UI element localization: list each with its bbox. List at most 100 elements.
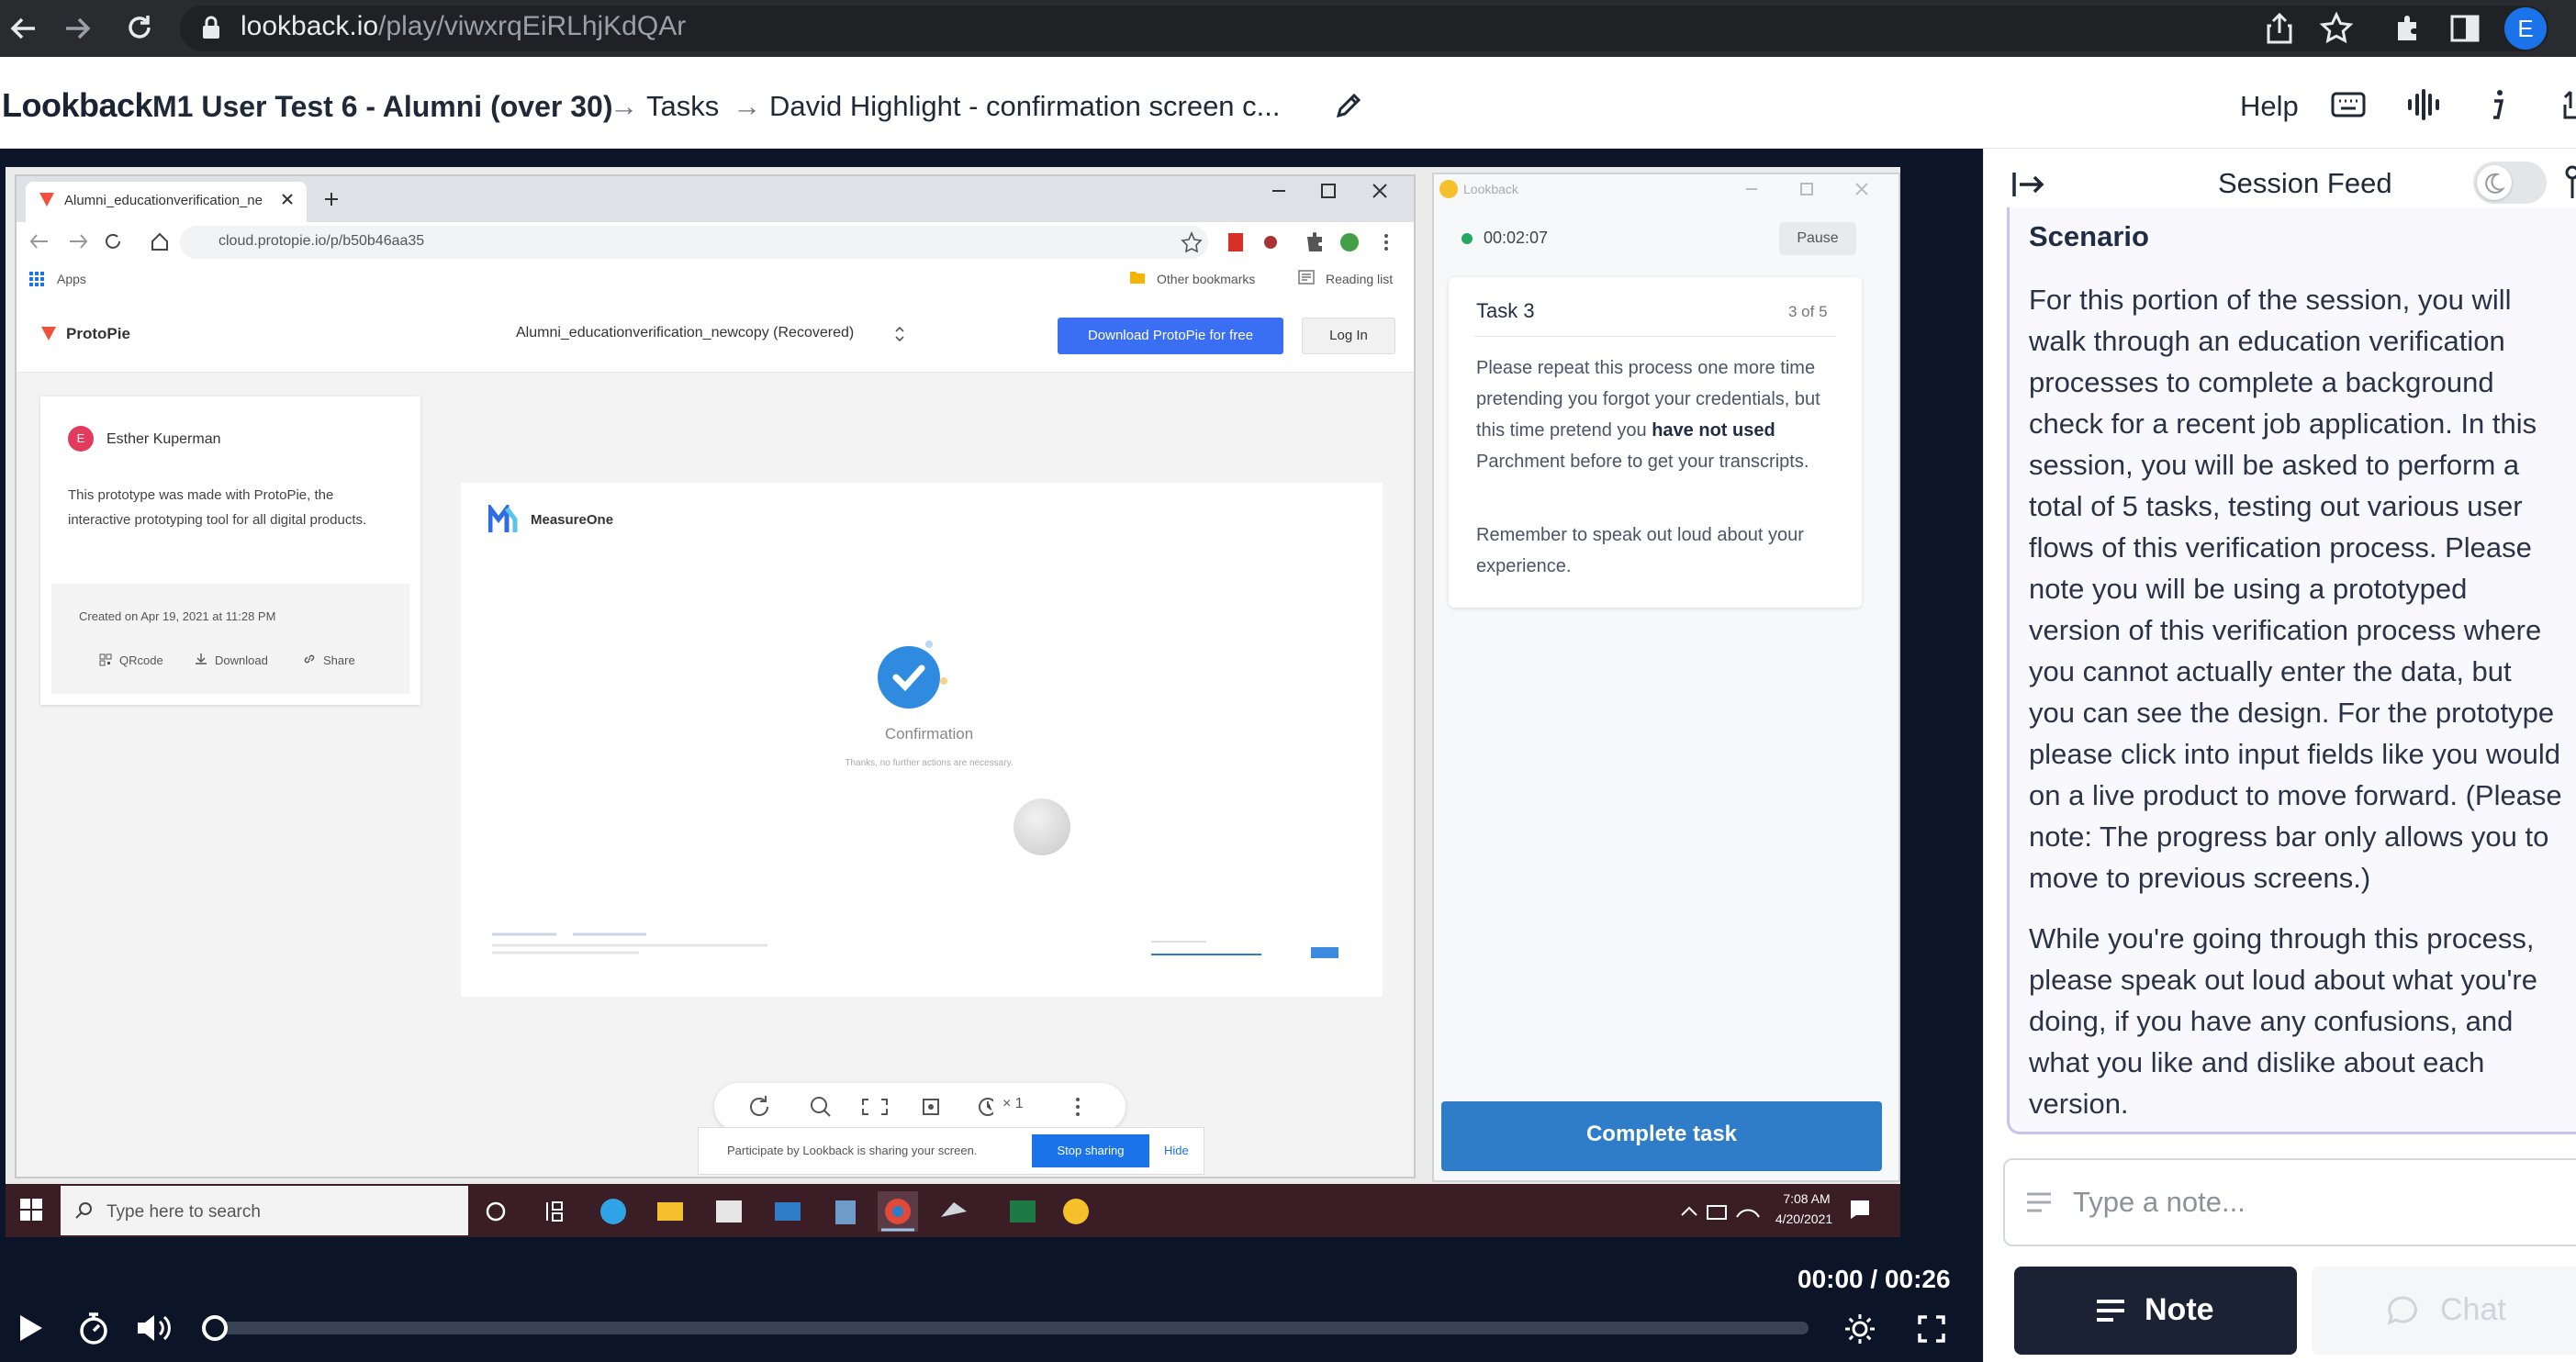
inner-extension-icons[interactable] [1179,229,1399,255]
protopie-favicon [39,191,55,207]
share-icon[interactable] [2264,11,2295,46]
qrcode-icon [99,653,112,666]
task-divider [1474,336,1836,337]
sharing-message: Participate by Lookback is sharing your … [727,1144,978,1157]
fullscreen-icon[interactable] [1917,1314,1946,1344]
info-icon[interactable] [2484,88,2512,121]
breadcrumb-session[interactable]: M1 User Test 6 - Alumni (over 30) [152,90,612,124]
measureone-logo: MeasureOne [531,512,614,528]
lookback-widget-title: Lookback [1463,182,1518,196]
bookmark-star-icon[interactable] [2319,11,2354,46]
reload-icon[interactable] [123,11,156,44]
prototype-footer-lines [490,931,1353,967]
protopie-logo-icon [40,325,57,341]
extensions-icon[interactable] [2392,13,2424,44]
inner-window-controls[interactable] [1267,180,1405,202]
task-text-bold: have not used [1652,420,1775,441]
bookmark-other[interactable]: Other bookmarks [1157,272,1255,286]
hide-sharing-link[interactable]: Hide [1164,1144,1189,1157]
taskbar-app-icons[interactable] [477,1189,1102,1234]
scenario-paragraph-2: While you're going through this process,… [2029,922,2537,1120]
sidepanel-icon[interactable] [2449,13,2481,44]
author-avatar: E [68,426,94,452]
download-protopie-button[interactable]: Download ProtoPie for free [1058,318,1283,354]
filter-icon[interactable] [2563,165,2576,202]
chat-button-label: Chat [2440,1292,2506,1327]
recording-status-dot [1462,233,1473,244]
protopie-logo: ProtoPie [66,325,130,342]
file-title-chevron-icon[interactable] [894,325,905,343]
download-icon [195,653,207,665]
progress-track[interactable] [211,1322,1809,1334]
lookback-widget-logo-icon [1439,180,1458,198]
lookback-widget-controls[interactable] [1742,180,1880,198]
note-lines-icon [2025,1189,2053,1215]
login-button[interactable]: Log In [1302,318,1395,354]
apps-grid-icon[interactable] [29,272,44,286]
back-icon[interactable] [7,13,39,44]
new-tab-icon[interactable] [323,191,340,207]
task-reminder: Remember to speak out loud about your ex… [1476,525,1804,576]
scenario-title: Scenario [2029,220,2149,252]
task-count: 3 of 5 [1788,303,1828,320]
breadcrumb-tasks[interactable]: Tasks [646,90,719,123]
created-date: Created on Apr 19, 2021 at 11:28 PM [79,609,276,623]
collapse-panel-icon[interactable] [2010,169,2047,200]
stopwatch-icon[interactable] [77,1311,110,1345]
system-tray-icons[interactable] [1678,1199,1766,1224]
url-path: /play/viwxrqEiRLhjKdQAr [378,11,687,41]
progress-thumb[interactable] [202,1315,228,1341]
share-link-icon [303,653,316,665]
pause-button[interactable]: Pause [1779,222,1856,255]
inner-tab-close-icon[interactable] [281,193,294,206]
confirmation-subtitle: Thanks, no further actions are necessary… [845,758,1014,768]
chat-bubble-icon [2387,1294,2420,1327]
lookback-logo[interactable]: Lookback [2,86,153,125]
checkmark-icon [867,633,949,716]
qrcode-link[interactable]: QRcode [119,653,163,667]
keyboard-icon[interactable] [2330,90,2367,119]
stop-sharing-button[interactable]: Stop sharing [1032,1134,1149,1167]
task-instructions: Please repeat this process one more time… [1476,352,1843,477]
playback-time: 00:00 / 00:26 [1798,1265,1951,1293]
zoom-level: × 1 [1002,1096,1024,1111]
bookmark-apps[interactable]: Apps [57,272,86,286]
breadcrumb-highlight[interactable]: David Highlight - confirmation screen c.… [769,90,1281,123]
breadcrumb-separator: → [733,90,761,122]
folder-icon [1129,270,1146,285]
download-link[interactable]: Download [215,653,268,667]
bookmark-reading-list[interactable]: Reading list [1326,272,1393,286]
measureone-logo-icon [488,505,521,534]
prototype-description: This prototype was made with ProtoPie, t… [68,487,367,528]
complete-task-label: Complete task [1585,1122,1738,1146]
play-icon[interactable] [17,1312,44,1344]
prototype-control-icons[interactable] [745,1092,993,1122]
help-link[interactable]: Help [2240,90,2299,123]
forward-icon[interactable] [62,13,94,44]
browser-toolbar: lookback.io/play/viwxrqEiRLhjKdQAr E [0,0,2576,57]
reading-list-icon [1298,270,1315,285]
toggle-moon-icon [2477,165,2512,200]
windows-start-icon[interactable] [20,1199,42,1221]
task-title: Task 3 [1476,299,1535,322]
brightness-icon[interactable] [1843,1312,1876,1345]
inner-address-text: cloud.protopie.io/p/b50b46aa35 [218,233,425,249]
notifications-icon[interactable] [1849,1199,1871,1221]
more-vertical-icon[interactable] [1074,1096,1081,1118]
taskbar-search-icon [73,1200,94,1221]
session-feed-title: Session Feed [2218,167,2392,199]
url-domain: lookback.io [241,11,379,41]
audio-waveform-icon[interactable] [2405,88,2442,121]
volume-icon[interactable] [136,1312,173,1344]
task-text-2: Parchment before to get your transcripts… [1476,452,1809,472]
lock-icon [200,15,222,40]
inner-nav-icons[interactable] [28,229,174,253]
export-icon[interactable] [2558,86,2576,123]
confirmation-title: Confirmation [884,725,974,742]
note-button-icon [2095,1296,2126,1325]
recording-timer: 00:02:07 [1484,229,1549,247]
profile-avatar[interactable]: E [2504,7,2547,50]
scenario-paragraph-1: For this portion of the session, you wil… [2029,284,2562,894]
edit-pencil-icon[interactable] [1333,90,1364,121]
share-link[interactable]: Share [323,653,355,667]
